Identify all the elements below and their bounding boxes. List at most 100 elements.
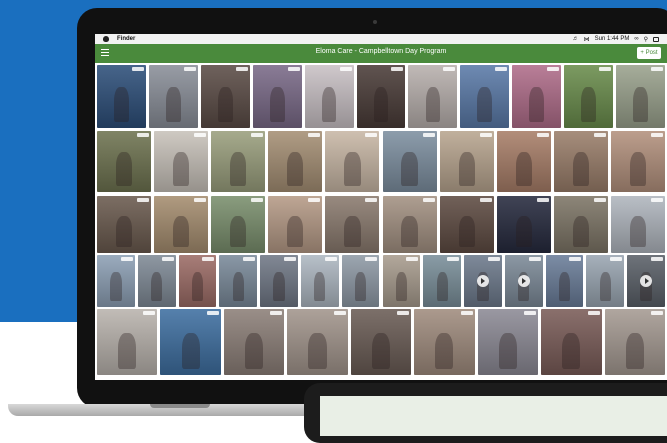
photo-badge-icon <box>143 311 156 315</box>
photo-badge-icon <box>183 67 196 71</box>
photo-thumbnail[interactable] <box>627 255 665 307</box>
photo-thumbnail[interactable] <box>356 65 406 128</box>
photo-badge-icon <box>524 311 537 315</box>
photo-thumbnail[interactable] <box>211 131 266 192</box>
photo-thumbnail[interactable] <box>408 65 458 128</box>
photo-badge-icon <box>194 133 207 137</box>
photo-thumbnail[interactable] <box>268 131 323 192</box>
photo-thumbnail[interactable] <box>382 196 437 253</box>
photo-thumbnail[interactable] <box>325 196 380 253</box>
photo-thumbnail[interactable] <box>564 65 614 128</box>
photo-thumbnail[interactable] <box>496 196 551 253</box>
photo-badge-icon <box>593 198 606 202</box>
photo-badge-icon <box>137 133 150 137</box>
photo-thumbnail[interactable] <box>477 309 539 375</box>
photo-badge-icon <box>487 257 500 261</box>
photo-thumbnail[interactable] <box>97 131 152 192</box>
photo-thumbnail[interactable] <box>610 131 665 192</box>
menubar-status: ♬ ⋈ Sun 1:44 PM ∞ ⚲ <box>573 34 659 44</box>
laptop-screen: Finder ♬ ⋈ Sun 1:44 PM ∞ ⚲ Eloma Care - … <box>95 34 667 380</box>
photo-badge-icon <box>365 133 378 137</box>
camera-dot <box>373 20 377 24</box>
photo-thumbnail[interactable] <box>439 131 494 192</box>
photo-thumbnail[interactable] <box>304 65 354 128</box>
photo-thumbnail[interactable] <box>616 65 665 128</box>
photo-badge-icon <box>422 133 435 137</box>
photo-thumbnail[interactable] <box>541 309 602 375</box>
bluetooth-icon[interactable]: ⋈ <box>584 36 590 43</box>
apple-icon[interactable] <box>103 36 109 42</box>
app-header: Eloma Care - Campbelltown Day Program + … <box>95 44 667 63</box>
search-icon[interactable]: ⚲ <box>644 36 648 43</box>
photo-thumbnail[interactable] <box>350 309 412 375</box>
photo-thumbnail[interactable] <box>512 65 562 128</box>
photo-thumbnail[interactable] <box>211 196 266 253</box>
menubar-app-name[interactable]: Finder <box>117 36 135 42</box>
play-icon[interactable] <box>640 275 653 287</box>
photo-thumbnail[interactable] <box>496 131 551 192</box>
photo-thumbnail[interactable] <box>553 196 608 253</box>
photo-thumbnail[interactable] <box>178 255 217 307</box>
photo-thumbnail[interactable] <box>97 196 152 253</box>
photo-thumbnail[interactable] <box>464 255 502 307</box>
wifi-icon[interactable]: ∞ <box>634 36 638 42</box>
photo-thumbnail[interactable] <box>300 255 339 307</box>
photo-badge-icon <box>593 133 606 137</box>
photo-badge-icon <box>587 311 600 315</box>
photo-badge-icon <box>365 257 378 261</box>
play-icon[interactable] <box>476 275 489 287</box>
photo-thumbnail[interactable] <box>382 255 421 307</box>
photo-thumbnail[interactable] <box>287 309 348 375</box>
photo-thumbnail[interactable] <box>460 65 510 128</box>
photo-thumbnail[interactable] <box>97 309 158 375</box>
photo-badge-icon <box>650 198 663 202</box>
photo-thumbnail[interactable] <box>219 255 258 307</box>
photo-thumbnail[interactable] <box>260 255 298 307</box>
page-title: Eloma Care - Campbelltown Day Program <box>315 48 447 55</box>
photo-row <box>97 309 665 375</box>
photo-thumbnail[interactable] <box>137 255 176 307</box>
photo-thumbnail[interactable] <box>382 131 437 192</box>
photo-badge-icon <box>308 133 321 137</box>
photo-thumbnail[interactable] <box>553 131 608 192</box>
photo-badge-icon <box>194 198 207 202</box>
photo-badge-icon <box>547 67 560 71</box>
photo-badge-icon <box>270 311 283 315</box>
volume-icon[interactable]: ♬ <box>573 36 579 42</box>
photo-thumbnail[interactable] <box>268 196 323 253</box>
play-icon[interactable] <box>517 275 530 287</box>
photo-badge-icon <box>333 311 346 315</box>
photo-badge-icon <box>650 311 663 315</box>
photo-thumbnail[interactable] <box>154 196 209 253</box>
photo-thumbnail[interactable] <box>586 255 625 307</box>
photo-thumbnail[interactable] <box>252 65 302 128</box>
photo-badge-icon <box>528 257 541 261</box>
menubar-clock[interactable]: Sun 1:44 PM <box>595 36 630 42</box>
photo-badge-icon <box>447 257 460 261</box>
photo-thumbnail[interactable] <box>223 309 285 375</box>
photo-badge-icon <box>536 133 549 137</box>
photo-thumbnail[interactable] <box>97 65 146 128</box>
photo-row <box>97 65 665 128</box>
photo-thumbnail[interactable] <box>148 65 198 128</box>
photo-thumbnail[interactable] <box>200 65 250 128</box>
photo-thumbnail[interactable] <box>423 255 462 307</box>
post-button[interactable]: + Post <box>637 47 661 59</box>
photo-thumbnail[interactable] <box>439 196 494 253</box>
photo-thumbnail[interactable] <box>160 309 221 375</box>
photo-badge-icon <box>495 67 508 71</box>
photo-thumbnail[interactable] <box>504 255 543 307</box>
photo-thumbnail[interactable] <box>325 131 380 192</box>
photo-thumbnail[interactable] <box>610 196 665 253</box>
photo-thumbnail[interactable] <box>97 255 135 307</box>
photo-badge-icon <box>460 311 473 315</box>
photo-thumbnail[interactable] <box>154 131 209 192</box>
photo-thumbnail[interactable] <box>414 309 475 375</box>
photo-thumbnail[interactable] <box>545 255 584 307</box>
photo-badge-icon <box>536 198 549 202</box>
photo-badge-icon <box>479 198 492 202</box>
photo-thumbnail[interactable] <box>341 255 380 307</box>
photo-thumbnail[interactable] <box>604 309 665 375</box>
photo-row <box>97 196 665 253</box>
list-icon[interactable] <box>653 36 659 42</box>
